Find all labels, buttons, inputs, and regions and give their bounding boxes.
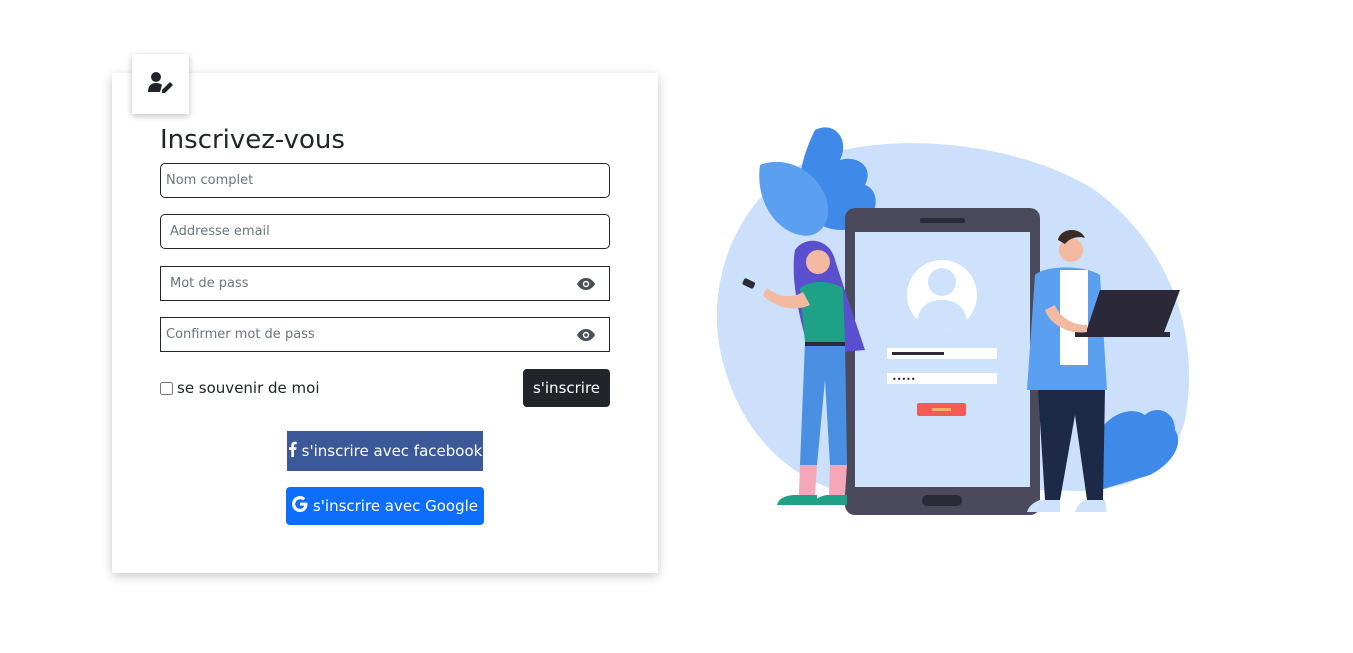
full-name-input[interactable] — [161, 164, 609, 197]
page-title: Inscrivez-vous — [160, 125, 345, 155]
eye-icon[interactable] — [577, 277, 595, 290]
google-icon — [291, 496, 308, 516]
confirm-password-field[interactable] — [160, 317, 610, 352]
signup-button[interactable]: s'inscrire — [523, 369, 610, 407]
password-field[interactable] — [160, 266, 610, 301]
facebook-signup-button[interactable]: s'inscrire avec facebook — [287, 431, 483, 471]
confirm-password-input[interactable] — [161, 318, 609, 351]
remember-checkbox[interactable] — [160, 381, 173, 395]
google-signup-button[interactable]: s'inscrire avec Google — [286, 487, 484, 525]
remember-label: se souvenir de moi — [177, 379, 320, 397]
remember-me[interactable]: se souvenir de moi — [160, 379, 320, 397]
password-input[interactable] — [161, 267, 609, 300]
facebook-icon — [288, 441, 297, 461]
signup-illustration: ••••• — [715, 120, 1195, 520]
eye-icon[interactable] — [577, 328, 595, 341]
phone-password-mask: ••••• — [892, 375, 916, 384]
user-edit-icon — [147, 71, 174, 97]
facebook-signup-label: s'inscrire avec facebook — [301, 442, 483, 460]
email-input[interactable] — [161, 215, 609, 248]
google-signup-label: s'inscrire avec Google — [312, 497, 479, 515]
email-field[interactable] — [160, 214, 610, 249]
full-name-field[interactable] — [160, 163, 610, 198]
signup-badge — [132, 54, 189, 114]
